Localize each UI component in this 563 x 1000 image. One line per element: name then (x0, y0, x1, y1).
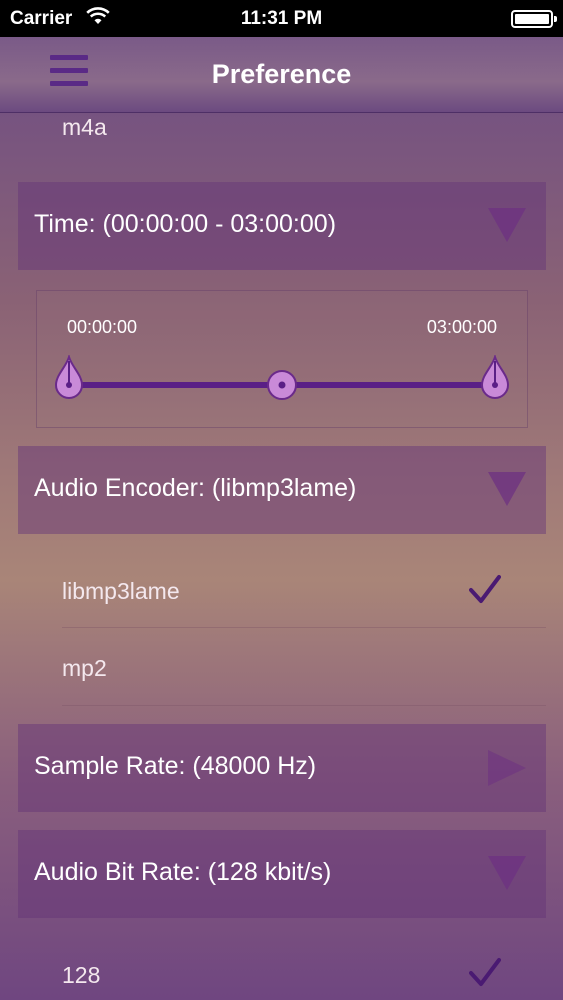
bit-rate-option-128[interactable]: 128 (62, 962, 100, 989)
collapse-triangle-icon (488, 856, 526, 890)
range-end-thumb-icon[interactable] (480, 355, 510, 399)
encoder-option-libmp3lame[interactable]: libmp3lame (62, 578, 180, 605)
page-title: Preference (211, 59, 352, 89)
collapse-triangle-icon (488, 208, 526, 242)
navigation-bar: Preference (0, 37, 563, 113)
audio-bit-rate-label: Audio Bit Rate: (128 kbit/s) (34, 858, 332, 886)
range-end-label: 03:00:00 (426, 317, 497, 337)
list-divider (62, 627, 546, 628)
range-middle-thumb-icon[interactable] (266, 369, 298, 401)
sample-rate-section-header[interactable]: Sample Rate: (48000 Hz) (18, 724, 546, 812)
expand-triangle-icon (488, 750, 526, 786)
collapse-triangle-icon (488, 472, 526, 506)
audio-bit-rate-section-header[interactable]: Audio Bit Rate: (128 kbit/s) (18, 830, 546, 918)
encoder-option-mp2[interactable]: mp2 (62, 655, 107, 682)
range-start-thumb-icon[interactable] (54, 355, 84, 399)
range-start-label: 00:00:00 (67, 317, 138, 337)
time-section-header[interactable]: Time: (00:00:00 - 03:00:00) (18, 182, 546, 270)
time-range-slider: 00:00:00 03:00:00 (36, 290, 528, 428)
time-section-label: Time: (00:00:00 - 03:00:00) (34, 210, 337, 238)
preference-list[interactable]: m4a Time: (00:00:00 - 03:00:00) 00:00:00… (0, 114, 563, 1000)
audio-encoder-label: Audio Encoder: (libmp3lame) (34, 474, 357, 502)
list-divider (62, 705, 546, 706)
sample-rate-label: Sample Rate: (48000 Hz) (34, 752, 317, 780)
status-time: 11:31 PM (240, 8, 323, 29)
format-option-m4a[interactable]: m4a (62, 114, 107, 141)
battery-icon (511, 10, 557, 28)
status-bar: Carrier 11:31 PM (0, 0, 563, 37)
checkmark-icon (469, 575, 501, 603)
audio-encoder-section-header[interactable]: Audio Encoder: (libmp3lame) (18, 446, 546, 534)
checkmark-icon (469, 958, 501, 986)
